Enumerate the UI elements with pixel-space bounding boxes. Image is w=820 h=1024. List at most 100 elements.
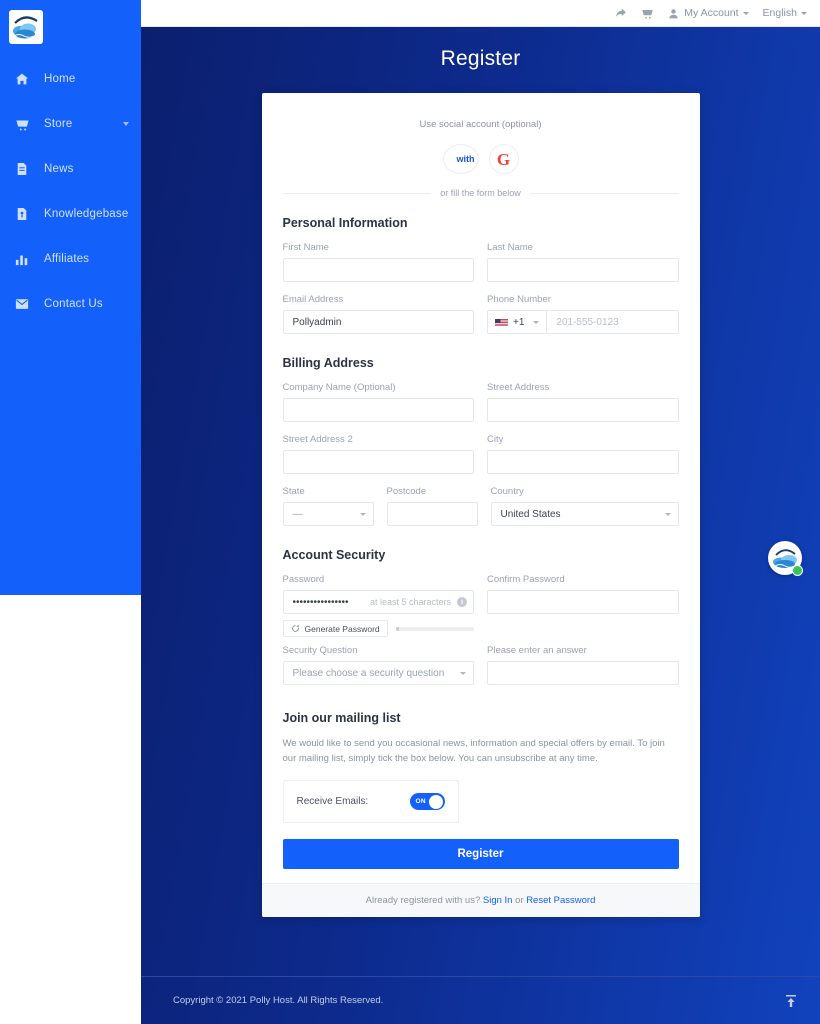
password-strength-meter	[395, 626, 474, 631]
street-address-input[interactable]	[487, 398, 679, 422]
confirm-password-input[interactable]	[487, 590, 679, 614]
state-select[interactable]: —	[282, 502, 374, 526]
sidebar-item-knowledgebase[interactable]: Knowledgebase	[0, 197, 141, 231]
language-menu[interactable]: English	[763, 7, 807, 19]
street-address-2-input[interactable]	[282, 450, 474, 474]
country-select[interactable]: United States	[490, 502, 679, 526]
security-question-label: Security Question	[282, 645, 358, 656]
first-name-input[interactable]	[282, 258, 474, 282]
copyright-text: Copyright © 2021 Polly Host. All Rights …	[173, 995, 384, 1006]
security-answer-input[interactable]	[487, 661, 679, 685]
email-input[interactable]	[282, 310, 474, 334]
facebook-login-button[interactable]: with	[442, 144, 479, 174]
info-icon[interactable]: i	[457, 597, 467, 607]
sidebar-item-label: News	[44, 163, 74, 175]
street-address-label: Street Address	[487, 382, 550, 393]
google-icon: G	[496, 149, 511, 169]
sidebar-item-label: Store	[44, 118, 73, 130]
register-card-footer: Already registered with us? Sign In or R…	[261, 883, 700, 918]
first-name-group: First Name	[282, 242, 474, 282]
toggle-knob	[429, 794, 443, 809]
book-icon	[14, 206, 30, 222]
facebook-login-label: with	[456, 154, 475, 164]
main-area: My Account English Register Use social a…	[141, 0, 820, 1024]
sidebar-item-store[interactable]: Store	[0, 107, 141, 141]
phone-country-code: +1	[513, 316, 525, 328]
generate-password-button[interactable]: Generate Password	[282, 620, 388, 637]
generate-password-label: Generate Password	[304, 623, 380, 634]
share-button[interactable]	[615, 7, 627, 19]
arrow-to-top-icon	[786, 994, 796, 1007]
country-group: Country United States	[490, 486, 679, 526]
phone-country-selector[interactable]: +1	[488, 311, 548, 333]
company-input[interactable]	[282, 398, 474, 422]
company-group: Company Name (Optional)	[282, 382, 474, 422]
mailing-list-heading: Join our mailing list	[282, 711, 401, 725]
chevron-down-icon	[664, 513, 671, 516]
confirm-password-label: Confirm Password	[487, 574, 565, 585]
phone-label: Phone Number	[487, 294, 551, 305]
chevron-down-icon	[742, 11, 749, 15]
sidebar-item-label: Knowledgebase	[44, 208, 129, 220]
sidebar: Home Store News Knowledgebase Affiliates…	[0, 0, 141, 595]
last-name-label: Last Name	[487, 242, 533, 253]
cart-button[interactable]	[641, 7, 654, 19]
street-group: Street Address	[487, 382, 679, 422]
person-icon	[669, 8, 678, 18]
reset-password-link[interactable]: Reset Password	[526, 895, 595, 906]
security-answer-label: Please enter an answer	[487, 645, 587, 656]
company-label: Company Name (Optional)	[282, 382, 396, 393]
share-icon	[616, 8, 627, 17]
billing-address-heading: Billing Address	[282, 356, 374, 370]
cart-icon	[642, 10, 654, 19]
home-icon	[14, 71, 30, 87]
security-question-select[interactable]: Please choose a security question	[282, 661, 474, 685]
chevron-down-icon	[801, 11, 807, 15]
sidebar-item-home[interactable]: Home	[0, 62, 141, 96]
email-label: Email Address	[282, 294, 344, 305]
form-divider: or fill the form below	[283, 188, 679, 198]
sign-in-link[interactable]: Sign In	[483, 895, 513, 906]
sidebar-item-label: Contact Us	[44, 298, 103, 310]
state-label: State	[282, 486, 305, 497]
password-input[interactable]	[282, 590, 474, 614]
back-to-top-button[interactable]	[783, 993, 799, 1009]
polly-host-logo-icon	[13, 16, 38, 39]
cart-icon	[14, 116, 30, 132]
city-group: City	[487, 434, 679, 474]
contact-row: Email Address Phone Number	[282, 294, 679, 346]
news-icon	[14, 161, 30, 177]
first-name-label: First Name	[282, 242, 329, 253]
topbar: My Account English	[141, 0, 820, 27]
last-name-input[interactable]	[487, 258, 679, 282]
receive-emails-toggle-state: ON	[415, 798, 426, 806]
sidebar-item-contact-us[interactable]: Contact Us	[0, 287, 141, 321]
security-answer-group: Please enter an answer	[487, 645, 679, 685]
sidebar-item-affiliates[interactable]: Affiliates	[0, 242, 141, 276]
chevron-down-icon	[533, 320, 540, 324]
sidebar-logo[interactable]	[9, 10, 43, 44]
city-label: City	[487, 434, 504, 445]
divider-label: or fill the form below	[440, 188, 521, 198]
city-input[interactable]	[487, 450, 679, 474]
postcode-group: Postcode	[386, 486, 478, 526]
chevron-down-icon	[123, 122, 129, 126]
chevron-down-icon	[460, 672, 466, 675]
sidebar-item-news[interactable]: News	[0, 152, 141, 186]
register-button[interactable]: Register	[282, 839, 679, 870]
sidebar-item-label: Affiliates	[44, 253, 90, 265]
email-group: Email Address	[282, 294, 474, 334]
google-login-button[interactable]: G	[488, 144, 519, 174]
postcode-input[interactable]	[386, 502, 478, 526]
password-label: Password	[282, 574, 325, 585]
register-card-body: Use social account (optional) with G or …	[262, 93, 700, 883]
online-status-dot	[792, 565, 803, 576]
chevron-down-icon	[359, 513, 366, 516]
street2-group: Street Address 2	[282, 434, 474, 474]
phone-group: Phone Number +1 201-555-0123	[487, 294, 679, 334]
phone-number-input[interactable]	[547, 311, 678, 333]
already-registered-text: Already registered with us?	[365, 895, 481, 907]
receive-emails-toggle[interactable]: ON	[409, 793, 445, 811]
my-account-menu[interactable]: My Account	[668, 7, 749, 19]
chat-widget-button[interactable]	[768, 541, 803, 576]
